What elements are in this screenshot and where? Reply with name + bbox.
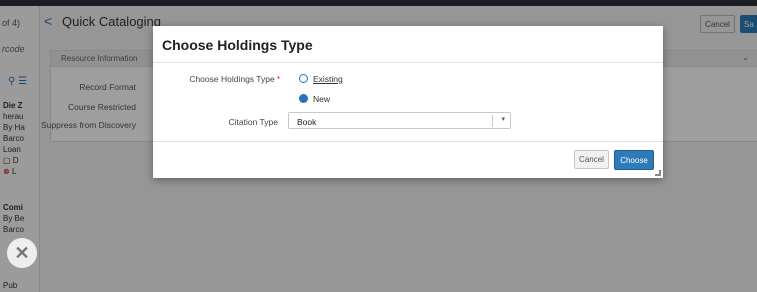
existing-radio[interactable]: [299, 74, 308, 83]
dialog-title: Choose Holdings Type: [162, 37, 313, 53]
choose-holdings-type-dialog: Choose Holdings Type Choose Holdings Typ…: [153, 26, 663, 178]
resize-handle-icon[interactable]: [655, 170, 661, 176]
select-divider: [492, 115, 493, 127]
required-marker: *: [276, 74, 280, 84]
choose-button[interactable]: Choose: [614, 150, 654, 170]
citation-type-value: Book: [297, 117, 317, 127]
new-radio[interactable]: [299, 94, 308, 103]
close-icon[interactable]: ✕: [7, 238, 37, 268]
holdings-type-label: Choose Holdings Type *: [189, 74, 280, 84]
existing-radio-label[interactable]: Existing: [313, 74, 343, 84]
new-radio-label[interactable]: New: [313, 94, 330, 104]
chevron-down-icon[interactable]: ▾: [501, 115, 505, 123]
divider: [153, 62, 663, 63]
cancel-button[interactable]: Cancel: [574, 150, 609, 169]
citation-type-label: Citation Type: [228, 117, 278, 127]
citation-type-select[interactable]: Book ▾: [288, 112, 511, 129]
divider: [153, 141, 663, 142]
